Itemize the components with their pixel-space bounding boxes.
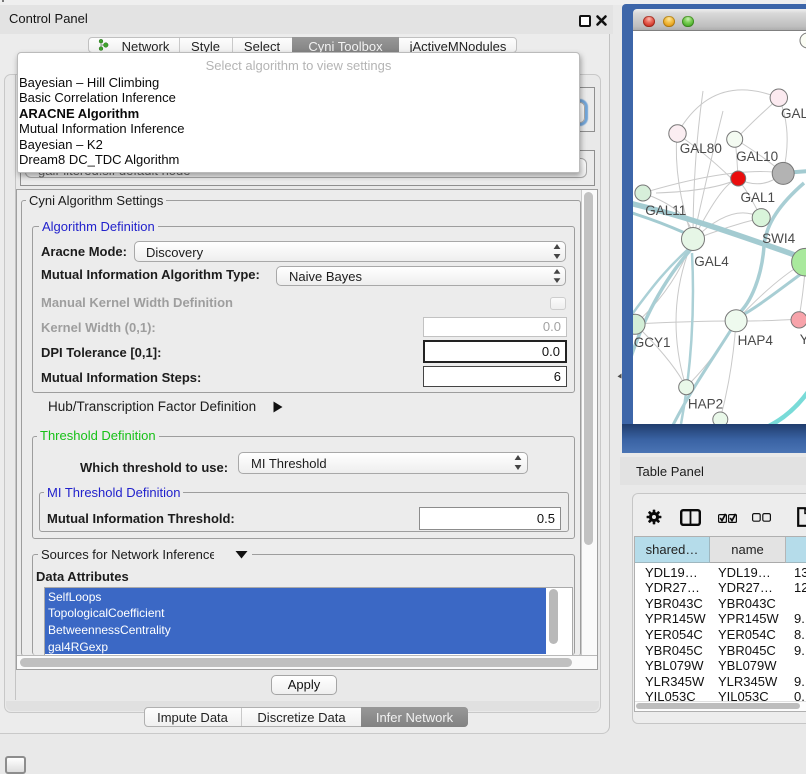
svg-text:Y: Y <box>800 332 806 347</box>
svg-text:GAL1: GAL1 <box>741 190 776 205</box>
svg-text:GAL4: GAL4 <box>694 254 729 269</box>
svg-text:GCY1: GCY1 <box>634 335 671 350</box>
svg-text:GAL80: GAL80 <box>680 141 722 156</box>
svg-text:GAL10: GAL10 <box>736 149 778 164</box>
svg-text:HAP4: HAP4 <box>738 333 774 348</box>
svg-text:GAL: GAL <box>781 106 806 121</box>
svg-text:HAP2: HAP2 <box>688 397 723 412</box>
svg-text:SWI4: SWI4 <box>762 231 795 246</box>
svg-text:GAL11: GAL11 <box>645 203 686 218</box>
